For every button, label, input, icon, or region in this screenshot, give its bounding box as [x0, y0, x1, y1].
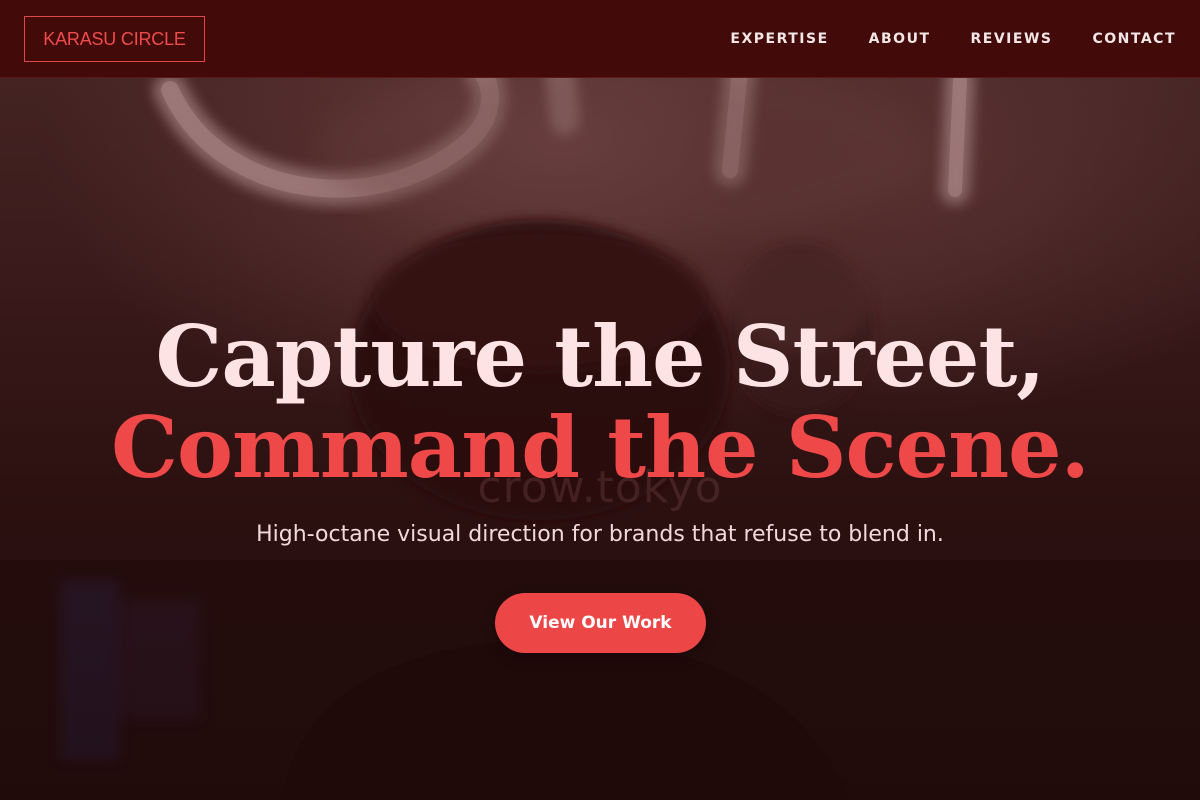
hero-section: Capture the Street, crow.tokyo Command t…	[0, 0, 1200, 800]
hero-subheadline: High-octane visual direction for brands …	[256, 522, 944, 547]
hero-headline-line1: Capture the Street,	[155, 307, 1045, 406]
landing-page: KARASU CIRCLE EXPERTISE ABOUT REVIEWS CO…	[0, 0, 1200, 800]
hero-headline-line2: Command the Scene.	[111, 398, 1090, 497]
view-our-work-button[interactable]: View Our Work	[495, 593, 706, 653]
